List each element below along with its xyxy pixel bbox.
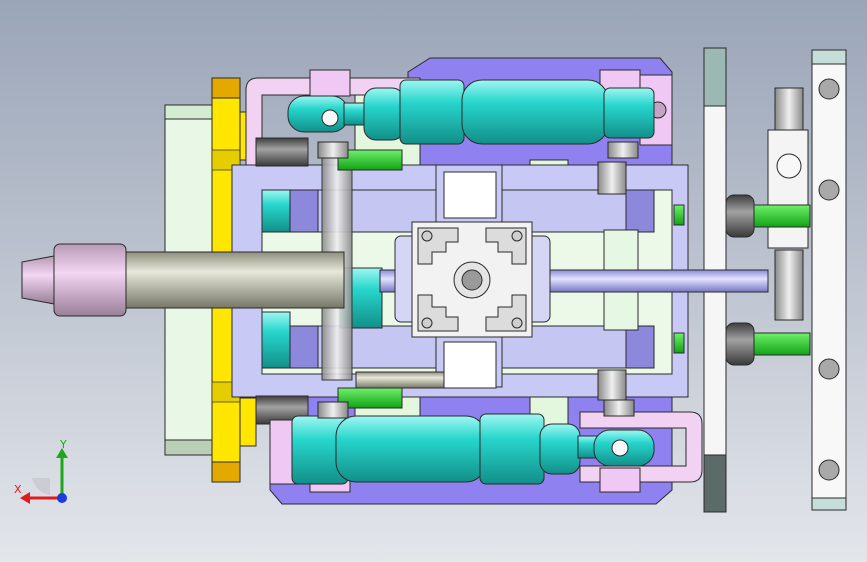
- triad-graphic: [20, 448, 68, 504]
- right-end-plate[interactable]: [811, 49, 847, 511]
- assembly-model[interactable]: [0, 0, 867, 562]
- y-axis-label: Y: [60, 438, 67, 451]
- aluminium-profile[interactable]: [394, 221, 551, 338]
- main-shaft[interactable]: [21, 243, 345, 317]
- cad-viewport[interactable]: X Y: [0, 0, 867, 562]
- x-axis-label: X: [14, 483, 22, 496]
- right-sensor-bracket[interactable]: [767, 87, 809, 321]
- coordinate-triad-icon: X Y: [10, 438, 80, 510]
